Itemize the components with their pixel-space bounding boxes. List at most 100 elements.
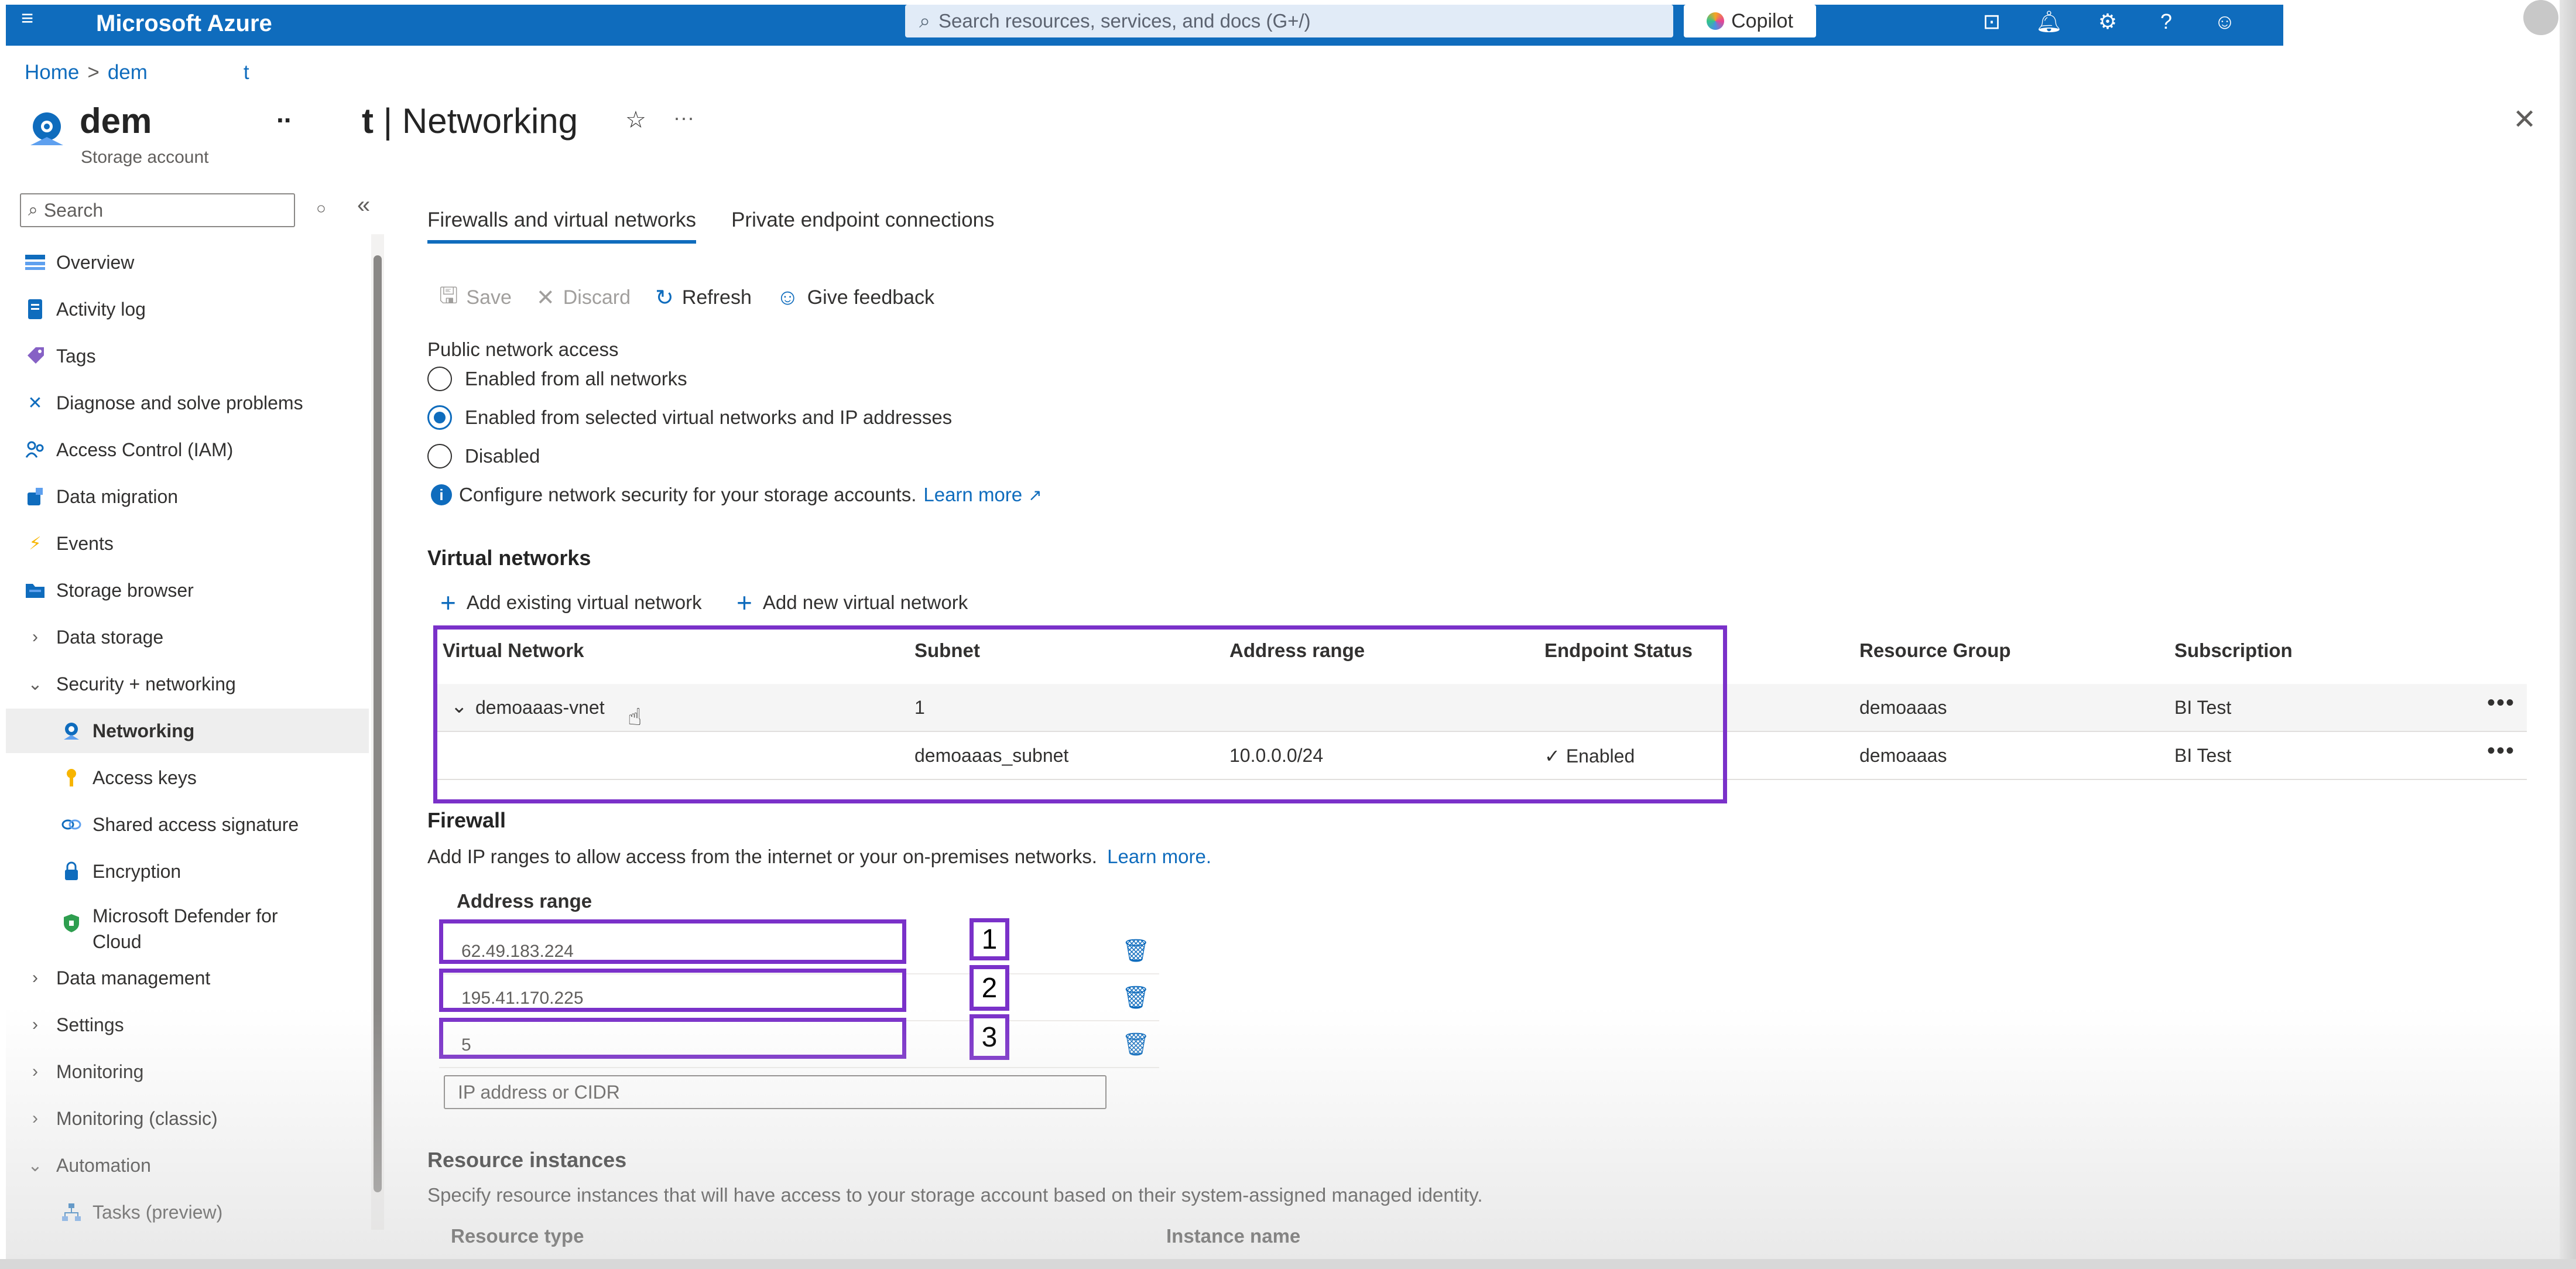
nav-item-iam[interactable]: Access Control (IAM) <box>23 427 386 472</box>
firewall-row-highlight <box>439 919 906 964</box>
give-feedback-button[interactable]: ☺ Give feedback <box>776 285 934 310</box>
resource-name: dem <box>80 101 152 141</box>
page-title-prefix: t <box>362 101 374 141</box>
trash-icon[interactable]: 🗑︎ <box>1122 985 1150 1011</box>
firewall-learn-more-link[interactable]: Learn more. <box>1107 846 1211 867</box>
nav-item-storage-browser[interactable]: Storage browser <box>23 568 386 613</box>
row-more-icon[interactable]: ••• <box>2487 690 2515 716</box>
subscription: BI Test <box>2174 697 2232 718</box>
radio-circle-checked <box>427 405 452 430</box>
chevron-down-icon: ⌄ <box>28 674 43 694</box>
nav-item-events[interactable]: ⚡ Events <box>23 521 386 566</box>
radio-label: Enabled from all networks <box>465 368 687 389</box>
tab-private-endpoints[interactable]: Private endpoint connections <box>731 208 994 244</box>
shield-icon <box>60 911 83 935</box>
radio-selected-networks[interactable]: Enabled from selected virtual networks a… <box>427 405 952 430</box>
nav-label: Microsoft Defender for Cloud <box>93 903 278 955</box>
account-area[interactable] <box>2283 0 2517 37</box>
virtual-networks-heading: Virtual networks <box>427 546 591 570</box>
nav-label: Automation <box>56 1154 151 1176</box>
refresh-button[interactable]: ↻ Refresh <box>655 285 752 311</box>
copilot-button[interactable]: Copilot <box>1684 5 1816 37</box>
collapse-icon[interactable]: « <box>357 192 370 218</box>
global-search-input[interactable]: ⌕ Search resources, services, and docs (… <box>905 5 1673 37</box>
breadcrumb: Home > dem t <box>25 61 249 84</box>
ip-address-input[interactable]: IP address or CIDR <box>444 1075 1107 1109</box>
refresh-icon: ↻ <box>655 286 674 310</box>
window-shadow-bottom <box>0 1259 2576 1269</box>
chevron-down-icon: ⌄ <box>28 1155 43 1175</box>
add-existing-vnet-button[interactable]: + Add existing virtual network <box>440 587 702 618</box>
discard-button[interactable]: ✕ Discard <box>536 285 631 311</box>
nav-item-encryption[interactable]: Encryption <box>60 849 423 894</box>
feedback-icon[interactable]: ☺ <box>2208 7 2241 36</box>
nav-label: Data migration <box>56 485 179 507</box>
col-subscription[interactable]: Subscription <box>2174 639 2293 662</box>
external-link-icon: ↗ <box>1028 485 1042 504</box>
radio-all-networks[interactable]: Enabled from all networks <box>427 367 687 391</box>
cloud-shell-icon[interactable]: ⊡ <box>1975 7 2008 36</box>
trash-icon[interactable]: 🗑︎ <box>1122 1032 1150 1058</box>
breadcrumb-home[interactable]: Home <box>25 61 79 84</box>
bell-icon[interactable]: 🔔︎ <box>2033 7 2065 36</box>
nav-item-overview[interactable]: Overview <box>23 240 386 285</box>
nav-search-input[interactable]: ⌕ Search <box>20 193 295 227</box>
firewall-description-text: Add IP ranges to allow access from the i… <box>427 846 1097 867</box>
nav-item-networking[interactable]: Networking <box>6 709 369 753</box>
brand-title[interactable]: Microsoft Azure <box>96 8 272 39</box>
nav-item-tags[interactable]: Tags <box>23 334 386 378</box>
nav-item-defender[interactable]: Microsoft Defender for Cloud <box>60 896 423 959</box>
nav-item-data-migration[interactable]: Data migration <box>23 474 386 519</box>
nav-group-data-storage[interactable]: › Data storage <box>23 615 386 659</box>
hamburger-menu-icon[interactable]: ≡ <box>21 8 44 33</box>
breadcrumb-separator: > <box>87 61 100 84</box>
radio-disabled[interactable]: Disabled <box>427 444 540 468</box>
discard-icon: ✕ <box>536 286 555 310</box>
favorite-star-icon[interactable]: ☆ <box>625 107 646 134</box>
learn-more-link[interactable]: Learn more <box>923 484 1022 506</box>
nav-group-data-management[interactable]: › Data management <box>23 956 386 1000</box>
overview-icon <box>23 251 47 274</box>
nav-group-monitoring[interactable]: › Monitoring <box>23 1049 386 1094</box>
nav-item-diagnose[interactable]: ✕ Diagnose and solve problems <box>23 381 386 425</box>
nav-group-settings[interactable]: › Settings <box>23 1003 386 1047</box>
close-icon[interactable]: ✕ <box>2513 103 2536 136</box>
nav-group-automation[interactable]: ⌄ Automation <box>23 1143 386 1188</box>
page-title-text: | Networking <box>383 101 578 141</box>
row-more-icon[interactable]: ••• <box>2487 738 2515 764</box>
key-icon <box>60 766 83 789</box>
search-icon: ⌕ <box>28 200 38 220</box>
search-icon: ⌕ <box>919 9 931 32</box>
info-icon: i <box>431 484 452 505</box>
add-new-vnet-button[interactable]: + Add new virtual network <box>737 587 968 618</box>
nav-options-icon[interactable]: ○ <box>316 199 326 218</box>
avatar[interactable] <box>2523 0 2558 35</box>
gear-icon[interactable]: ⚙ <box>2091 7 2124 36</box>
breadcrumb-tail[interactable]: t <box>244 61 249 84</box>
nav-scrollbar-thumb[interactable] <box>374 255 382 1192</box>
people-icon <box>23 438 47 461</box>
col-resource-group[interactable]: Resource Group <box>1859 639 2011 662</box>
nav-item-tasks[interactable]: Tasks (preview) <box>60 1190 423 1234</box>
nav-label: Monitoring (classic) <box>56 1107 218 1129</box>
portal-window: ≡ Microsoft Azure ⌕ Search resources, se… <box>6 0 2560 1259</box>
activity-log-icon <box>23 297 47 321</box>
breadcrumb-resource[interactable]: dem <box>108 61 148 84</box>
nav-label: Access keys <box>93 767 197 788</box>
save-button[interactable]: 🖫︎ Save <box>439 279 512 317</box>
nav-group-monitoring-classic[interactable]: › Monitoring (classic) <box>23 1096 386 1141</box>
more-options-icon[interactable]: ··· <box>673 105 694 130</box>
firewall-heading: Firewall <box>427 808 506 832</box>
nav-item-access-keys[interactable]: Access keys <box>60 755 423 800</box>
nav-label: Activity log <box>56 298 146 320</box>
tab-firewalls[interactable]: Firewalls and virtual networks <box>427 208 697 244</box>
nav-item-activity-log[interactable]: Activity log <box>23 287 386 331</box>
link-icon <box>60 813 83 836</box>
help-icon[interactable]: ? <box>2150 7 2183 36</box>
nav-label: Monitoring <box>56 1061 144 1082</box>
tag-icon <box>23 344 47 368</box>
nav-item-sas[interactable]: Shared access signature <box>60 802 423 847</box>
trash-icon[interactable]: 🗑︎ <box>1122 938 1150 964</box>
nav-group-security-networking[interactable]: ⌄ Security + networking <box>23 662 386 706</box>
col-firewall-address-range: Address range <box>457 890 592 912</box>
